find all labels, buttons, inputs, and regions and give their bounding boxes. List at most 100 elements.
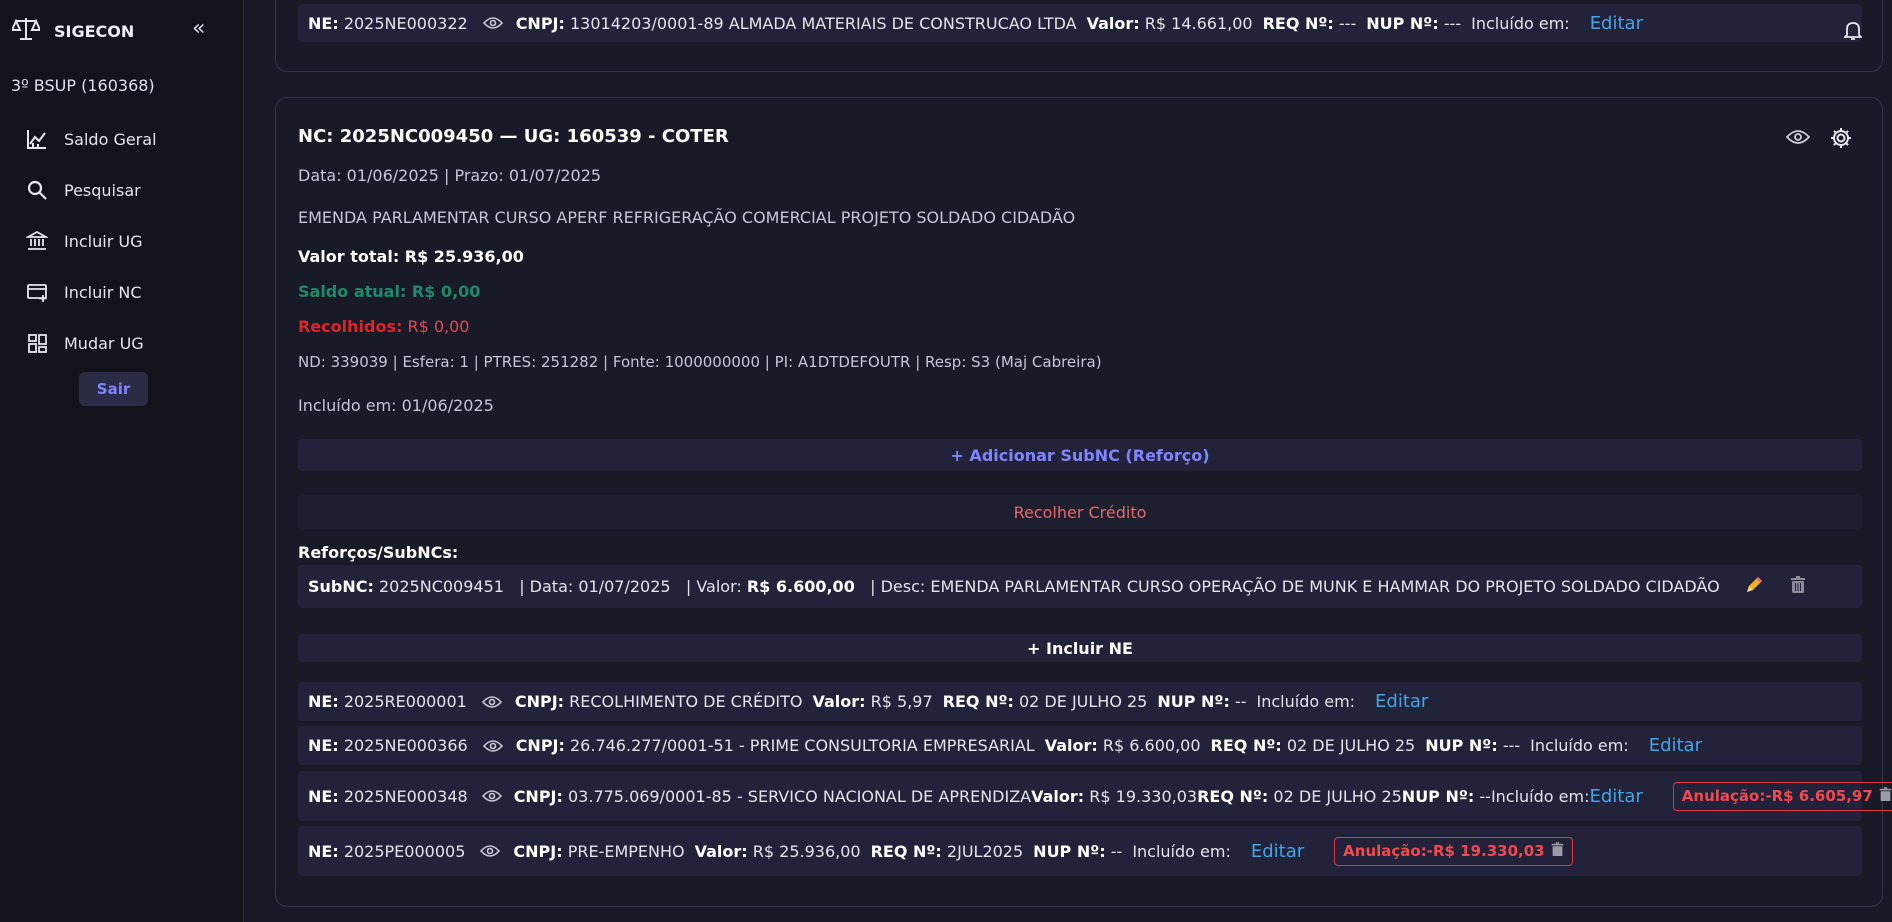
anulacao-value: -R$ 19.330,03: [1426, 842, 1545, 860]
edit-link[interactable]: Editar: [1590, 13, 1643, 34]
req-label: REQ Nº:: [1210, 736, 1282, 755]
valor-value: R$ 6.600,00: [1102, 736, 1201, 755]
eye-icon[interactable]: [481, 788, 502, 804]
ne-label: NE:: [308, 736, 339, 755]
sidebar-item-label: Incluir UG: [64, 231, 143, 251]
eye-icon[interactable]: [482, 15, 504, 31]
nc-recolhidos: Recolhidos: R$ 0,00: [298, 317, 469, 336]
ne-row: NE: 2025RE000001 CNPJ: RECOLHIMENTO DE C…: [298, 682, 1862, 721]
collapse-sidebar-icon[interactable]: «: [192, 18, 205, 40]
recolher-credito-button[interactable]: Recolher Crédito: [298, 495, 1862, 529]
ne-label: NE:: [308, 786, 339, 806]
nup-label: NUP Nº:: [1425, 736, 1498, 755]
req-label: REQ Nº:: [942, 692, 1014, 711]
nup-label: NUP Nº:: [1033, 841, 1106, 861]
sidebar-item-label: Mudar UG: [64, 333, 144, 353]
eye-icon[interactable]: [479, 843, 501, 859]
anulacao-value: -R$ 6.605,97: [1765, 787, 1873, 805]
trash-icon[interactable]: [1551, 841, 1564, 861]
subnc-data: | Data: 01/07/2025: [519, 577, 671, 596]
logout-button[interactable]: Sair: [79, 372, 148, 406]
nup-value: --: [1110, 841, 1123, 861]
bell-icon[interactable]: [1842, 20, 1864, 44]
dashboard-icon: [24, 330, 50, 356]
current-unit: 3º BSUP (160368): [11, 76, 155, 95]
eye-icon[interactable]: [1785, 128, 1811, 150]
scale-icon: [10, 16, 42, 46]
anulacao-label: Anulação:: [1681, 787, 1766, 805]
nup-value: ---: [1502, 736, 1521, 755]
sidebar: SIGECON « 3º BSUP (160368) Saldo Geral P…: [0, 0, 244, 922]
card-plus-icon: [24, 279, 50, 305]
bank-icon: [24, 228, 50, 254]
anulacao-badge[interactable]: Anulação:-R$ 19.330,03: [1334, 836, 1573, 866]
trash-icon[interactable]: [1879, 786, 1892, 806]
recolhidos-label: Recolhidos:: [298, 317, 403, 336]
sidebar-item-pesquisar[interactable]: Pesquisar: [24, 177, 141, 203]
ne-code: 2025PE000005: [343, 841, 466, 861]
sidebar-item-mudar-ug[interactable]: Mudar UG: [24, 330, 144, 356]
brand[interactable]: SIGECON: [10, 16, 135, 46]
req-value: 2JUL2025: [946, 841, 1024, 861]
edit-link[interactable]: Editar: [1375, 691, 1428, 712]
cnpj-value: PRE-EMPENHO: [567, 841, 685, 861]
edit-link[interactable]: Editar: [1649, 735, 1702, 756]
nup-label: NUP Nº:: [1157, 692, 1230, 711]
search-icon: [24, 177, 50, 203]
edit-link[interactable]: Editar: [1589, 786, 1642, 807]
gear-icon[interactable]: [1830, 127, 1852, 153]
incluir-ne-button[interactable]: + Incluir NE: [298, 634, 1862, 662]
valor-label: Valor:: [1031, 786, 1085, 806]
req-label: REQ Nº:: [1197, 786, 1269, 806]
chart-icon: [24, 126, 50, 152]
valor-label: Valor:: [812, 692, 866, 711]
nc-title: NC: 2025NC009450 — UG: 160539 - COTER: [298, 126, 729, 147]
cnpj-label: CNPJ:: [513, 841, 563, 861]
incluido-label: Incluído em:: [1132, 841, 1231, 861]
subnc-desc: | Desc: EMENDA PARLAMENTAR CURSO OPERAÇÃ…: [870, 577, 1720, 596]
nc-details: ND: 339039 | Esfera: 1 | PTRES: 251282 |…: [298, 353, 1102, 371]
edit-link[interactable]: Editar: [1251, 841, 1304, 862]
anulacao-badge[interactable]: Anulação:-R$ 6.605,97: [1672, 781, 1892, 811]
req-value: 02 DE JULHO 25: [1273, 786, 1402, 806]
nup-label: NUP Nº:: [1401, 786, 1475, 806]
ne-row-top: NE: 2025NE000322 CNPJ: 13014203/0001-89 …: [298, 4, 1862, 42]
nup-value: --: [1234, 692, 1247, 711]
subnc-valor: R$ 6.600,00: [746, 577, 855, 596]
add-subnc-button[interactable]: + Adicionar SubNC (Reforço): [298, 439, 1862, 471]
req-value: ---: [1338, 13, 1357, 33]
ne-row: NE: 2025NE000348 CNPJ: 03.775.069/0001-8…: [298, 771, 1892, 821]
incluido-label: Incluído em:: [1471, 13, 1570, 33]
cnpj-value: 13014203/0001-89 ALMADA MATERIAIS DE CON…: [570, 13, 1077, 33]
sidebar-item-saldo-geral[interactable]: Saldo Geral: [24, 126, 157, 152]
nup-value: ---: [1443, 13, 1462, 33]
cnpj-label: CNPJ:: [515, 736, 565, 755]
subnc-code: 2025NC009451: [379, 577, 504, 596]
cnpj-value: 03.775.069/0001-85 - SERVICO NACIONAL DE…: [568, 786, 1032, 806]
brand-name: SIGECON: [54, 21, 135, 41]
nc-saldo-atual: Saldo atual: R$ 0,00: [298, 282, 481, 301]
cnpj-value: RECOLHIMENTO DE CRÉDITO: [569, 692, 803, 711]
nc-incluido: Incluído em: 01/06/2025: [298, 396, 494, 415]
eye-icon[interactable]: [482, 738, 504, 754]
ne-label: NE:: [308, 692, 339, 711]
pencil-icon[interactable]: [1744, 575, 1764, 599]
trash-icon[interactable]: [1790, 575, 1806, 598]
ne-code: 2025NE000366: [343, 736, 468, 755]
sidebar-item-label: Incluir NC: [64, 282, 142, 302]
ne-row: NE: 2025PE000005 CNPJ: PRE-EMPENHO Valor…: [298, 826, 1862, 876]
valor-value: R$ 25.936,00: [752, 841, 861, 861]
nc-valor-total: Valor total: R$ 25.936,00: [298, 247, 524, 266]
sidebar-item-incluir-ug[interactable]: Incluir UG: [24, 228, 142, 254]
sidebar-item-label: Pesquisar: [64, 180, 141, 200]
eye-icon[interactable]: [481, 694, 503, 710]
cnpj-label: CNPJ:: [515, 13, 565, 33]
subnc-header: Reforços/SubNCs:: [298, 543, 459, 562]
subnc-row: SubNC: 2025NC009451 | Data: 01/07/2025 |…: [298, 565, 1862, 608]
ne-label: NE:: [308, 841, 339, 861]
cnpj-value: 26.746.277/0001-51 - PRIME CONSULTORIA E…: [570, 736, 1035, 755]
valor-label: Valor:: [1086, 13, 1140, 33]
incluido-label: Incluído em:: [1490, 786, 1590, 806]
nup-label: NUP Nº:: [1366, 13, 1439, 33]
sidebar-item-incluir-nc[interactable]: Incluir NC: [24, 279, 142, 305]
